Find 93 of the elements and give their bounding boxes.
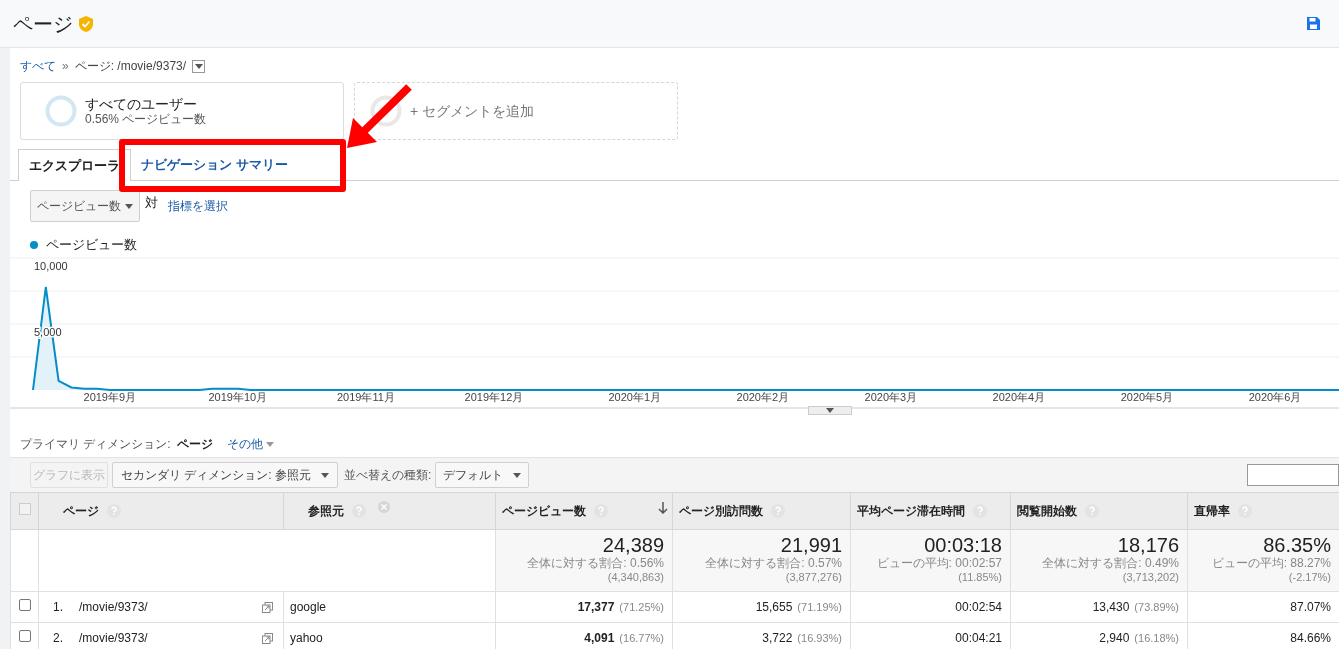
total-note: 全体に対する割合: 0.49% bbox=[1042, 556, 1179, 570]
page-link[interactable]: /movie/9373/ bbox=[79, 598, 148, 616]
pointer-arrow bbox=[347, 84, 412, 148]
total-base: (4,340,863) bbox=[607, 570, 664, 584]
metric-value: 4,091 bbox=[584, 630, 615, 647]
save-icon[interactable] bbox=[1307, 17, 1320, 30]
page-title: ページ bbox=[13, 11, 73, 37]
row-index: 1. bbox=[53, 599, 64, 616]
total-value: 24,389 bbox=[602, 534, 664, 556]
tab[interactable]: エクスプローラ bbox=[18, 149, 131, 181]
select-all-checkbox[interactable] bbox=[18, 503, 31, 515]
x-tick-label: 2020年4月 bbox=[992, 391, 1046, 403]
x-tick-label: 2019年9月 bbox=[83, 391, 137, 403]
segment-name: すべてのユーザー bbox=[85, 96, 198, 112]
primary-dimension-label: プライマリ ディメンション: bbox=[20, 436, 171, 453]
caret-icon bbox=[513, 472, 522, 478]
x-tick-label: 2020年3月 bbox=[864, 391, 918, 403]
segment-ring-icon bbox=[45, 95, 77, 127]
metric-share: (71.19%) bbox=[797, 599, 842, 615]
row-checkbox[interactable] bbox=[18, 599, 31, 611]
page-link[interactable]: /movie/9373/ bbox=[79, 629, 148, 647]
metric-value: 00:02:54 bbox=[955, 599, 1002, 616]
metric-value: 3,722 bbox=[762, 630, 793, 647]
column-header[interactable]: 直帰率 bbox=[1194, 502, 1230, 520]
metric-dropdown[interactable]: ページビュー数 bbox=[30, 190, 140, 222]
remove-dimension-icon[interactable] bbox=[378, 501, 390, 513]
total-note: ビューの平均: 88.27% bbox=[1211, 556, 1331, 570]
metric-share: (73.89%) bbox=[1134, 599, 1179, 615]
metric-share: (16.77%) bbox=[619, 630, 664, 646]
breadcrumb-separator: » bbox=[62, 58, 69, 75]
legend-label: ページビュー数 bbox=[46, 236, 137, 255]
segment-card[interactable]: すべてのユーザー 0.56% ページビュー数 bbox=[20, 82, 344, 140]
total-value: 86.35% bbox=[1263, 534, 1331, 556]
x-tick-label: 2020年6月 bbox=[1248, 391, 1302, 403]
x-tick-label: 2020年1月 bbox=[608, 391, 662, 403]
breadcrumb-link[interactable]: すべて bbox=[20, 57, 56, 75]
search-field[interactable] bbox=[1247, 464, 1339, 486]
total-value: 18,176 bbox=[1117, 534, 1179, 556]
dimension-option[interactable]: ページ bbox=[176, 435, 213, 453]
select-metric-link[interactable]: 指標を選択 bbox=[168, 197, 228, 215]
segment-detail: 0.56% ページビュー数 bbox=[85, 112, 207, 126]
total-note: ビューの平均: 00:02:57 bbox=[876, 556, 1002, 570]
x-tick-label: 2019年11月 bbox=[336, 391, 395, 403]
dimension-option[interactable]: その他 bbox=[226, 435, 274, 453]
metric-value: 17,377 bbox=[577, 599, 615, 616]
metric-value: 15,655 bbox=[755, 599, 793, 616]
total-base: (11.85%) bbox=[958, 570, 1002, 584]
caret-icon bbox=[826, 408, 834, 413]
secondary-dimension-dropdown[interactable]: セカンダリ ディメンション: 参照元 bbox=[112, 462, 338, 488]
x-tick-label: 2019年12月 bbox=[464, 391, 524, 403]
total-note: 全体に対する割合: 0.56% bbox=[527, 556, 664, 570]
open-page-icon[interactable] bbox=[262, 601, 273, 613]
sort-type-dropdown[interactable]: デフォルト bbox=[435, 462, 530, 488]
segment-ring-icon bbox=[370, 95, 402, 127]
open-page-icon[interactable] bbox=[262, 632, 273, 644]
caret-icon bbox=[321, 472, 329, 478]
total-base: (3,877,276) bbox=[785, 570, 842, 584]
caret-icon bbox=[265, 441, 274, 447]
total-base: (-2.17%) bbox=[1288, 570, 1331, 584]
metric-value: 84.66% bbox=[1290, 630, 1331, 647]
metric-value: 87.07% bbox=[1290, 599, 1331, 616]
source-cell: google bbox=[290, 600, 327, 614]
verified-shield-icon bbox=[79, 15, 93, 32]
metric-share: (16.93%) bbox=[797, 630, 842, 646]
total-value: 21,991 bbox=[780, 534, 842, 556]
column-header[interactable]: ページ bbox=[63, 502, 99, 520]
metric-share: (71.25%) bbox=[619, 599, 664, 615]
sort-type-label: 並べ替えの種類: bbox=[344, 467, 432, 484]
x-tick-label: 2019年10月 bbox=[208, 391, 268, 403]
x-tick-label: 2020年5月 bbox=[1120, 391, 1174, 403]
metric-value: 13,430 bbox=[1092, 599, 1130, 616]
metric-value: 00:04:21 bbox=[955, 630, 1002, 647]
total-base: (3,713,202) bbox=[1122, 570, 1179, 584]
source-cell: yahoo bbox=[290, 631, 323, 645]
metric-share: (16.18%) bbox=[1134, 630, 1179, 646]
column-header[interactable]: 閲覧開始数 bbox=[1017, 502, 1077, 520]
row-index: 2. bbox=[53, 630, 64, 647]
row-checkbox[interactable] bbox=[18, 630, 31, 642]
column-header[interactable]: 参照元 bbox=[308, 502, 344, 520]
tab[interactable]: ナビゲーション サマリー bbox=[131, 149, 298, 180]
breadcrumb-current: ページ: /movie/9373/ bbox=[74, 58, 187, 75]
total-value: 00:03:18 bbox=[924, 534, 1002, 556]
sort-arrow-icon[interactable] bbox=[658, 502, 668, 514]
breadcrumb-dropdown[interactable] bbox=[192, 59, 206, 73]
caret-icon bbox=[125, 203, 133, 209]
y-tick-label: 10,000 bbox=[34, 260, 68, 272]
total-note: 全体に対する割合: 0.57% bbox=[705, 556, 842, 570]
x-tick-label: 2020年2月 bbox=[736, 391, 790, 403]
versus-label: 対 bbox=[145, 194, 158, 212]
segment-name: + セグメントを追加 bbox=[410, 101, 535, 121]
caret-icon bbox=[194, 63, 203, 69]
collapse-chart-toggle[interactable] bbox=[808, 406, 852, 415]
metric-value: 2,940 bbox=[1099, 630, 1130, 647]
